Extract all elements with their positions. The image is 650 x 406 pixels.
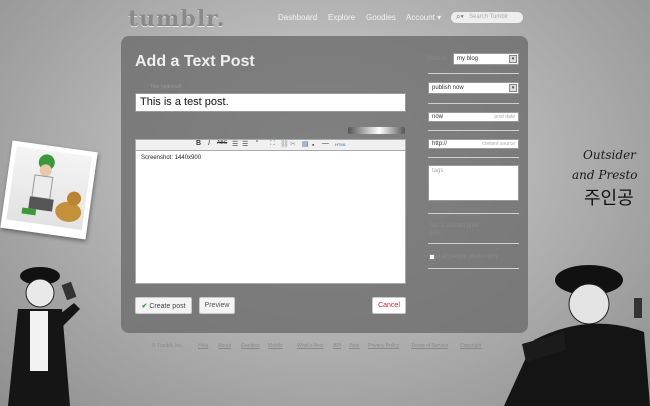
sidebar-divider	[428, 213, 519, 214]
search-input[interactable]: ⌕▾ Search Tumblr	[451, 12, 523, 23]
publish-select-value: publish now	[432, 85, 464, 91]
footer-link-about[interactable]: About	[218, 343, 231, 349]
nav-goodies[interactable]: Goodies	[366, 13, 396, 22]
polaroid-photo	[0, 140, 98, 240]
post-to-label: Post to	[428, 56, 447, 62]
post-date-field[interactable]: now post date	[428, 112, 519, 122]
page-title: Add a Text Post	[135, 53, 255, 70]
numbered-list-button[interactable]: ☰	[232, 140, 238, 148]
chevron-down-icon: ▾	[509, 84, 517, 92]
title-label: Title (optional)	[150, 84, 182, 90]
footer-link-terms[interactable]: Terms of Service	[411, 343, 448, 349]
insert-image-button[interactable]: ⛶	[270, 140, 275, 148]
italic-button[interactable]: I	[208, 140, 210, 147]
content-source-hint: content source	[482, 141, 515, 147]
blockquote-button[interactable]: “	[256, 140, 258, 147]
horizontal-rule-button[interactable]: ―	[322, 140, 329, 147]
create-post-button[interactable]: ✔ Create post	[135, 297, 192, 314]
script-line1: Outsider	[583, 148, 636, 162]
footer-link-mobile[interactable]: Mobile	[268, 343, 283, 349]
spellcheck-dropdown-icon[interactable]: ●	[312, 142, 314, 147]
spellcheck-button[interactable]: ▤	[302, 140, 309, 148]
bold-button[interactable]: B	[196, 140, 201, 147]
photo-reply-checkbox[interactable]	[429, 254, 435, 260]
create-post-label: Create post	[149, 303, 186, 310]
custom-url-link[interactable]: Set a custom post URL	[430, 222, 490, 238]
nav-dashboard[interactable]: Dashboard	[278, 13, 317, 22]
footer-link-copyright[interactable]: Copyright	[460, 343, 481, 349]
search-icon: ⌕▾	[456, 12, 464, 21]
search-placeholder: Search Tumblr	[469, 14, 509, 20]
figure-left	[8, 267, 80, 406]
photo-image	[6, 146, 93, 230]
sidebar-divider	[428, 103, 519, 104]
strikethrough-button[interactable]: ABC	[217, 140, 227, 146]
bullet-list-button[interactable]: ☰	[242, 140, 248, 148]
nav-explore[interactable]: Explore	[328, 13, 355, 22]
hangul-text: 주인공	[584, 188, 634, 209]
sidebar-divider	[428, 268, 519, 269]
cancel-button[interactable]: Cancel	[372, 297, 406, 314]
content-source-field[interactable]: http:// content source	[428, 139, 519, 149]
tumblr-logo[interactable]: tumblr.	[128, 6, 225, 32]
footer-link-help[interactable]: Help	[198, 343, 208, 349]
footer-link-jobs[interactable]: Jobs	[349, 343, 360, 349]
blog-select-value: my blog	[457, 56, 479, 62]
html-button[interactable]: HTML	[335, 142, 346, 147]
link-button[interactable]: ⛓	[280, 140, 289, 148]
tags-input[interactable]: tags	[428, 165, 519, 201]
publish-select[interactable]: publish now ▾	[428, 82, 519, 94]
nav-account[interactable]: Account ▾	[406, 13, 441, 22]
post-date-value: now	[432, 114, 444, 120]
blog-select[interactable]: my blog ▾	[453, 53, 519, 65]
preview-button[interactable]: Preview	[199, 297, 235, 314]
sidebar-divider	[428, 157, 519, 158]
post-body-editor[interactable]: Screenshot: 1440x900	[135, 151, 406, 284]
title-input[interactable]: This is a test post.	[135, 93, 406, 112]
footer-link-goodies[interactable]: Goodies	[241, 343, 260, 349]
footer-link-privacy[interactable]: Privacy Policy	[368, 343, 399, 349]
content-source-value: http://	[432, 141, 448, 147]
editor-toolbar: B I ABC ☰ ☰ “ ⛶ ⛓ ✂ ▤ ● ― HTML	[135, 139, 406, 151]
unlink-button[interactable]: ✂	[290, 140, 296, 148]
sidebar-divider	[428, 243, 519, 244]
footer-copyright: © Tumblr, Inc.	[152, 343, 183, 349]
footer-link-whats-new[interactable]: What's New	[297, 343, 324, 349]
editor-resize-bar[interactable]	[348, 127, 405, 134]
photo-reply-label: Let people photo reply	[439, 254, 499, 260]
footer-link-api[interactable]: API	[333, 343, 341, 349]
post-date-hint: post date	[494, 114, 515, 120]
sidebar-divider	[428, 73, 519, 74]
script-line2: and Presto	[572, 168, 638, 182]
chevron-down-icon: ▾	[509, 55, 517, 63]
sidebar-divider	[428, 130, 519, 131]
checkmark-icon: ✔	[141, 303, 148, 310]
